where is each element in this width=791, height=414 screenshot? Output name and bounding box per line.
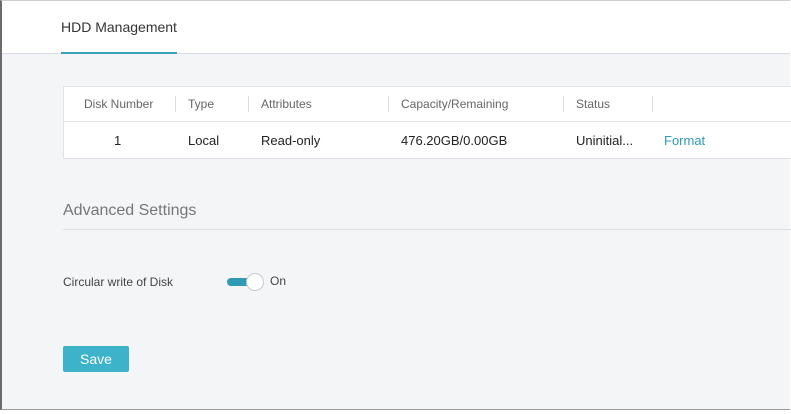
header-status: Status [576,97,611,111]
hdd-management-panel: HDD Management Disk Number Type Attribut… [0,0,791,410]
cell-attributes: Read-only [261,132,321,148]
circular-write-state: On [270,274,287,288]
header-separator [652,96,653,112]
toggle-knob [246,273,264,291]
tab-bar: HDD Management [2,1,790,54]
main-content: Disk Number Type Attributes Capacity/Rem… [2,54,791,409]
header-separator [175,96,176,112]
cell-type: Local [188,132,220,148]
tab-hdd-management[interactable]: HDD Management [61,1,177,54]
header-type: Type [188,97,215,111]
header-attributes: Attributes [261,97,312,111]
cell-status: Uninitial... [576,132,634,148]
circular-write-label: Circular write of Disk [63,275,174,289]
tab-label: HDD Management [61,19,177,35]
save-button[interactable]: Save [63,346,129,372]
header-disk-number: Disk Number [84,97,154,111]
cell-capacity: 476.20GB/0.00GB [401,132,508,148]
table-row[interactable]: 1 Local Read-only 476.20GB/0.00GB Uninit… [64,122,791,158]
cell-disk-number: 1 [114,132,122,148]
header-separator [248,96,249,112]
disk-table: Disk Number Type Attributes Capacity/Rem… [63,86,791,159]
advanced-settings-title: Advanced Settings [63,202,197,219]
table-header: Disk Number Type Attributes Capacity/Rem… [64,87,791,122]
section-divider [63,229,791,230]
header-separator [563,96,564,112]
header-separator [388,96,389,112]
circular-write-toggle[interactable] [227,273,264,291]
header-capacity: Capacity/Remaining [401,97,509,111]
format-link[interactable]: Format [664,122,705,158]
